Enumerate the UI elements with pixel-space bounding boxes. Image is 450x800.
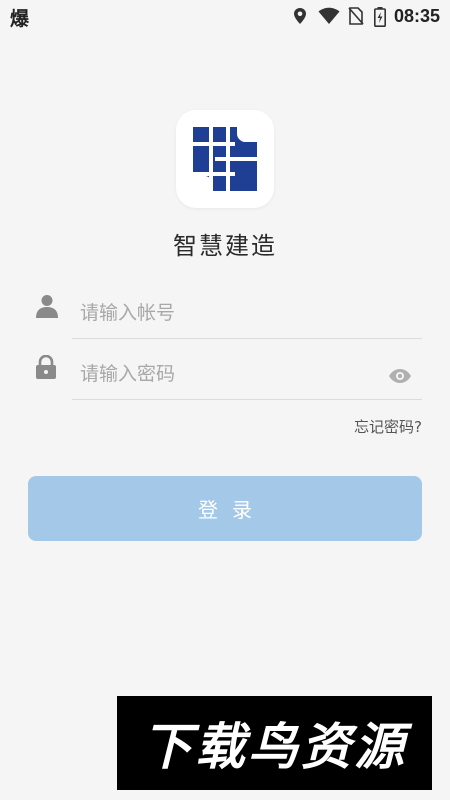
location-icon	[292, 7, 310, 25]
watermark-text: 下载鸟资源	[142, 718, 407, 776]
login-button[interactable]: 登录	[28, 476, 422, 541]
account-field	[72, 287, 422, 339]
no-sim-icon	[348, 7, 366, 25]
app-logo	[176, 110, 274, 208]
eye-icon[interactable]	[388, 368, 412, 388]
wifi-icon	[318, 7, 340, 25]
battery-charging-icon	[373, 7, 386, 28]
account-input[interactable]	[80, 295, 380, 331]
status-icons: 08:35	[292, 5, 440, 28]
password-field	[72, 348, 422, 400]
status-time: 08:35	[393, 5, 440, 26]
user-icon	[36, 294, 58, 322]
password-input[interactable]	[80, 356, 380, 392]
status-notification-char: 爆	[10, 8, 30, 30]
status-bar: 爆 08:35	[0, 0, 450, 32]
app-title: 智慧建造	[173, 232, 277, 260]
watermark: 下载鸟资源	[117, 696, 432, 790]
lock-icon	[36, 354, 56, 383]
app-logo-s-icon	[193, 127, 257, 191]
forgot-password-link[interactable]: 忘记密码?	[354, 416, 422, 437]
